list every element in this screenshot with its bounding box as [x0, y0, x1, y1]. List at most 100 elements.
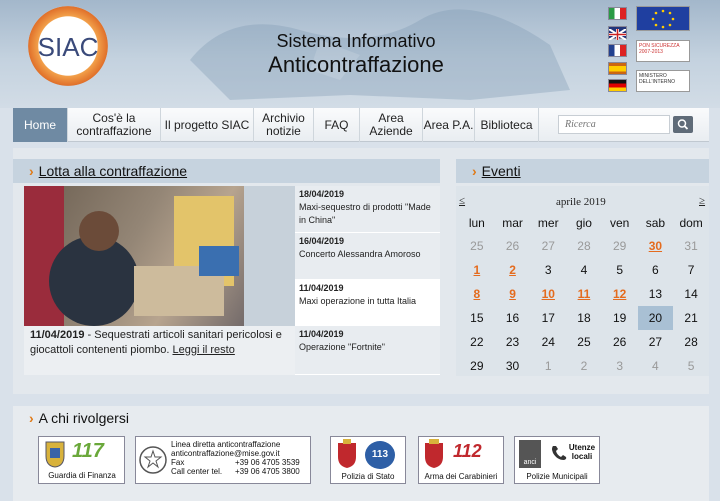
news-date: 11/04/2019 [299, 283, 344, 293]
events-title[interactable]: Eventi [482, 163, 521, 179]
calendar-day: 28 [684, 335, 698, 349]
calendar-day-event[interactable]: 30 [638, 234, 674, 258]
search-icon [677, 119, 689, 130]
weekday-label: mar [502, 216, 523, 230]
calendar-next-button[interactable]: ≥ [699, 195, 705, 207]
calendar-day: 3 [544, 263, 552, 277]
calendar-day: 18 [577, 311, 591, 325]
nav-faq[interactable]: FAQ [314, 108, 360, 142]
calendar-day: 16 [505, 311, 520, 325]
weekday-label: sab [645, 216, 666, 230]
calendar-day-event[interactable]: 2 [495, 258, 531, 282]
contact-polizie-municipali[interactable]: anci Utenze locali Polizie Municipali [514, 436, 600, 484]
nav-il-progetto-siac[interactable]: Il progetto SIAC [161, 108, 254, 142]
flag-spain-icon[interactable] [608, 62, 627, 75]
nav-home[interactable]: Home [13, 108, 68, 142]
calendar-day: 4 [652, 359, 659, 373]
calendar-month-header: ≤ aprile 2019 ≥ [456, 190, 709, 210]
calendar-day-event[interactable]: 10 [530, 282, 566, 306]
contact-carabinieri[interactable]: 112 Arma dei Carabinieri [418, 436, 504, 484]
weekday-label: ven [609, 216, 630, 230]
italian-emblem-icon [139, 446, 167, 474]
contacts-header: › A chi rivolgersi [13, 406, 709, 430]
news-title: Operazione "Fortnite" [299, 342, 385, 352]
calendar-day: 25 [470, 239, 484, 253]
flag-uk-icon[interactable] [608, 26, 627, 41]
polizia-crest-icon [338, 439, 356, 468]
carabinieri-crest-icon [425, 439, 443, 468]
chevron-right-icon: › [29, 410, 34, 426]
calendar-day: 1 [544, 359, 552, 373]
read-more-link[interactable]: Leggi il resto [172, 344, 234, 356]
weekday-label: mer [537, 216, 559, 230]
flag-italy-icon[interactable] [608, 7, 627, 20]
calendar-day: 22 [470, 335, 484, 349]
calendar-day-event[interactable]: 12 [602, 282, 638, 306]
calendar-day: 23 [505, 335, 520, 349]
nav-biblioteca[interactable]: Biblioteca [475, 108, 539, 142]
calendar-day: 28 [577, 239, 591, 253]
calendar-day: 15 [470, 311, 484, 325]
calendar-day: 17 [541, 311, 555, 325]
calendar-day: 19 [612, 311, 627, 325]
weekday-label: gio [575, 216, 592, 230]
calendar-day: 5 [616, 263, 623, 277]
call-center-number: +39 06 4705 3800 [235, 467, 300, 476]
calendar-day: 4 [580, 263, 588, 277]
news-date: 18/04/2019 [299, 189, 345, 199]
calendar-day: 24 [541, 335, 555, 349]
flag-france-icon[interactable] [608, 44, 627, 57]
ministero-interno-badge[interactable]: MINISTERO DELL'INTERNO [636, 70, 690, 92]
hotline-email[interactable]: anticontraffazione@mise.gov.it [171, 449, 310, 458]
contact-polizia-di-stato[interactable]: 113 Polizia di Stato [330, 436, 406, 484]
weekday-label: dom [679, 216, 703, 230]
news-item-active[interactable]: 11/04/2019 Maxi operazione in tutta Itali… [295, 280, 440, 326]
news-item[interactable]: 11/04/2019 Operazione "Fortnite" [295, 326, 440, 375]
gdf-label: Guardia di Finanza [48, 471, 116, 480]
calendar-day: 27 [648, 335, 663, 349]
news-title: Maxi-sequestro di prodotti "Made in Chin… [299, 202, 431, 225]
featured-news-photo[interactable] [24, 186, 295, 326]
calendar-day: 26 [612, 335, 627, 349]
news-date: 11/04/2019 [299, 329, 344, 339]
gdf-number: 117 [72, 440, 104, 462]
events-panel-header: › Eventi [456, 159, 709, 183]
calendar-day: 27 [541, 239, 555, 253]
search-input[interactable] [558, 115, 670, 134]
pon-sicurezza-badge[interactable]: PON SICUREZZA 2007-2013 [636, 40, 690, 62]
news-item[interactable]: 18/04/2019 Maxi-sequestro di prodotti "Ma… [295, 186, 440, 233]
search-button[interactable] [673, 116, 693, 133]
chevron-right-icon: › [472, 163, 477, 179]
news-title: Concerto Alessandra Amoroso [299, 249, 421, 259]
calendar-day: 3 [616, 359, 623, 373]
calendar-day: 13 [648, 287, 663, 301]
contacts-title: A chi rivolgersi [38, 410, 129, 426]
calendar-day: 6 [652, 263, 659, 277]
nav-cose-la-contraffazione[interactable]: Cos'è la contraffazione [68, 108, 161, 142]
municipali-label: Polizie Municipali [526, 472, 588, 481]
fax-number: +39 06 4705 3539 [235, 458, 300, 467]
calendar-day: 29 [612, 239, 627, 253]
carabinieri-number: 112 [453, 441, 482, 461]
flag-germany-icon[interactable] [608, 79, 627, 92]
contact-guardia-di-finanza[interactable]: 117 Guardia di Finanza [38, 436, 125, 484]
siac-logo[interactable]: SIAC [28, 6, 108, 86]
polizia-label: Polizia di Stato [341, 472, 395, 481]
contact-hotline[interactable]: Linea diretta anticontraffazione anticon… [135, 436, 311, 484]
calendar-grid: lun mar mer gio ven sab dom 25 26 27 28 29 30 31 123… [459, 212, 709, 378]
news-item[interactable]: 16/04/2019 Concerto Alessandra Amoroso [295, 233, 440, 280]
nav-area-pa[interactable]: Area P.A. [423, 108, 475, 142]
calendar-day-event[interactable]: 11 [566, 282, 602, 306]
calendar-day: 21 [684, 311, 698, 325]
news-panel-title[interactable]: Lotta alla contraffazione [39, 163, 187, 179]
calendar-day-event[interactable]: 9 [495, 282, 531, 306]
calendar-prev-button[interactable]: ≤ [459, 195, 465, 207]
calendar-day: 31 [684, 239, 698, 253]
nav-area-aziende[interactable]: Area Aziende [360, 108, 423, 142]
calendar-day-event[interactable]: 1 [459, 258, 495, 282]
featured-news-date: 11/04/2019 [30, 329, 85, 341]
nav-archivio-notizie[interactable]: Archivio notizie [254, 108, 314, 142]
featured-news-caption: 11/04/2019 - Sequestrati articoli sanita… [24, 326, 295, 375]
eu-flag-icon [636, 6, 690, 31]
calendar-day-event[interactable]: 8 [459, 282, 495, 306]
